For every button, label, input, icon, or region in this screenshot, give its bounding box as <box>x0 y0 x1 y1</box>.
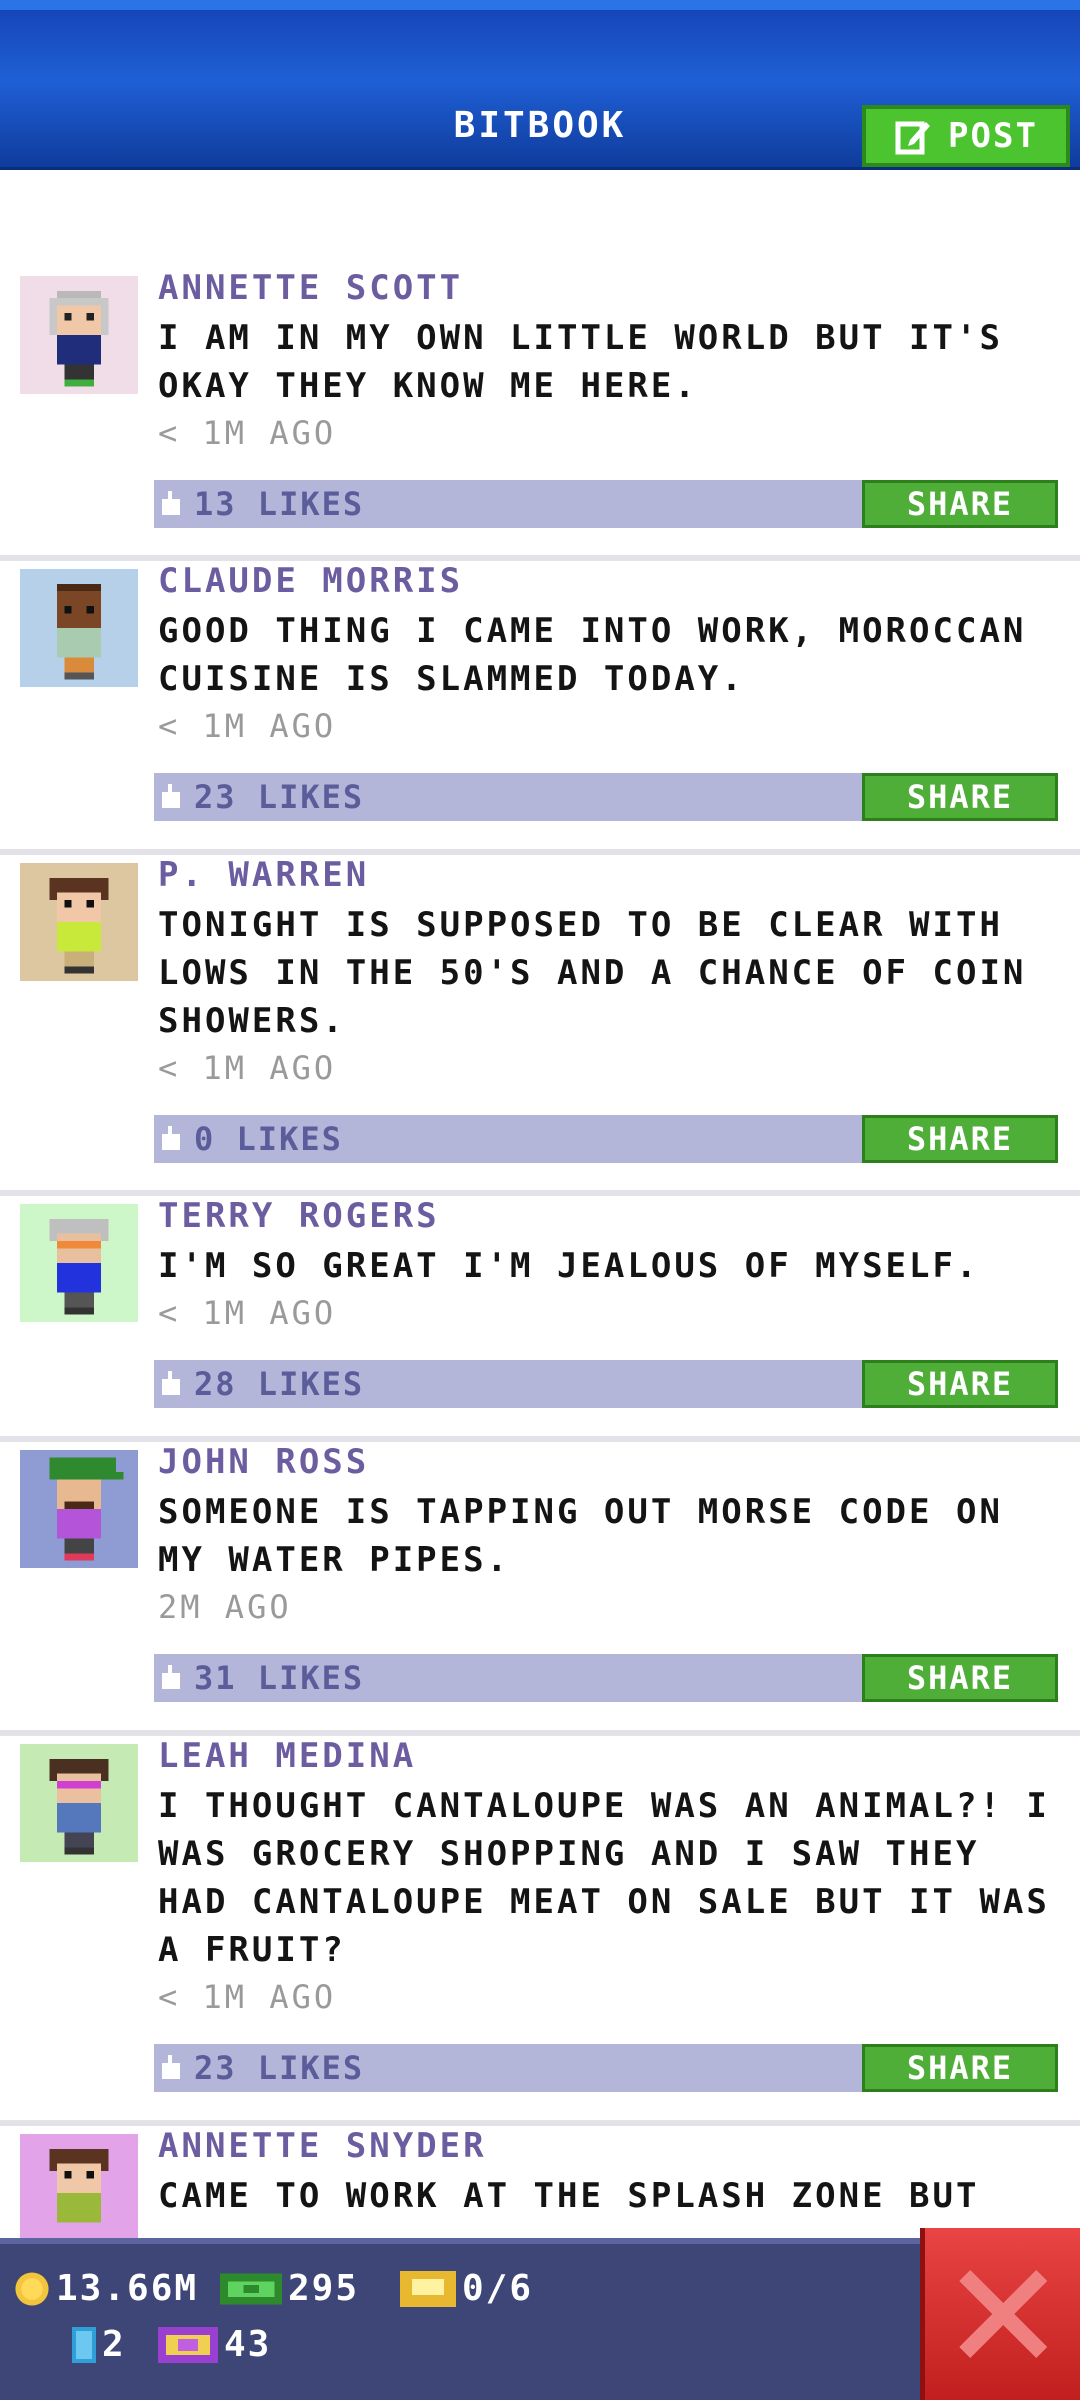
thumbs-up-icon <box>162 1665 180 1689</box>
post-button[interactable]: POST <box>862 105 1070 167</box>
close-icon <box>958 2270 1047 2358</box>
feed-post: LEAH MEDINA I THOUGHT CANTALOUPE WAS AN … <box>0 1736 1080 2126</box>
tickets-stat: 0/6 <box>400 2268 533 2309</box>
post-text: SOMEONE IS TAPPING OUT MORSE CODE ON MY W… <box>158 1492 1003 1580</box>
share-button[interactable]: SHARE <box>862 480 1058 528</box>
share-button[interactable]: SHARE <box>862 1360 1058 1408</box>
like-button[interactable]: 31 LIKES <box>160 1654 364 1702</box>
thumbs-up-icon <box>162 491 180 515</box>
post-text: GOOD THING I CAME INTO WORK, MOROCCAN CUI… <box>158 611 1027 699</box>
like-count: 23 LIKES <box>194 2049 365 2087</box>
avatar <box>20 1450 138 1568</box>
like-count: 13 LIKES <box>194 485 365 523</box>
post-text: I'M SO GREAT I'M JEALOUS OF MYSELF. <box>158 1246 980 1286</box>
post-author[interactable]: TERRY ROGERS <box>158 1196 440 1236</box>
post-author[interactable]: ANNETTE SCOTT <box>158 268 463 308</box>
avatar <box>20 863 138 981</box>
post-author[interactable]: JOHN ROSS <box>158 1442 369 1482</box>
like-count: 31 LIKES <box>194 1659 365 1697</box>
post-time: < 1M AGO <box>158 707 337 745</box>
like-bar: 0 LIKES SHARE <box>154 1115 1058 1163</box>
thumbs-up-icon <box>162 1126 180 1150</box>
elevator-stat: 2 <box>72 2324 126 2365</box>
post-button-label: POST <box>948 116 1038 156</box>
post-author[interactable]: P. WARREN <box>158 855 369 895</box>
coins-stat: 13.66M <box>14 2268 198 2309</box>
compose-icon <box>895 121 931 155</box>
avatar <box>20 1744 138 1862</box>
feed-post: P. WARREN TONIGHT IS SUPPOSED TO BE CLEA… <box>0 855 1080 1196</box>
like-bar: 31 LIKES SHARE <box>154 1654 1058 1702</box>
vip-icon <box>158 2326 218 2363</box>
bux-stat: 295 <box>220 2268 359 2309</box>
post-author[interactable]: CLAUDE MORRIS <box>158 561 463 601</box>
like-button[interactable]: 23 LIKES <box>160 773 364 821</box>
post-time: < 1M AGO <box>158 1978 337 2016</box>
like-button[interactable]: 0 LIKES <box>160 1115 343 1163</box>
like-button[interactable]: 13 LIKES <box>160 480 364 528</box>
like-bar: 23 LIKES SHARE <box>154 773 1058 821</box>
post-text: TONIGHT IS SUPPOSED TO BE CLEAR WITH LOWS… <box>158 905 1027 1041</box>
feed-post: ANNETTE SCOTT I AM IN MY OWN LITTLE WORL… <box>0 268 1080 561</box>
post-time: 2M AGO <box>158 1588 292 1626</box>
post-time: < 1M AGO <box>158 1049 337 1087</box>
share-button[interactable]: SHARE <box>862 2044 1058 2092</box>
thumbs-up-icon <box>162 1371 180 1395</box>
feed-list[interactable]: ANNETTE SCOTT I AM IN MY OWN LITTLE WORL… <box>0 268 1080 2326</box>
post-text: CAME TO WORK AT THE SPLASH ZONE BUT <box>158 2176 980 2216</box>
like-count: 0 LIKES <box>194 1120 343 1158</box>
post-author[interactable]: LEAH MEDINA <box>158 1736 416 1776</box>
thumbs-up-icon <box>162 784 180 808</box>
like-count: 23 LIKES <box>194 778 365 816</box>
post-time: < 1M AGO <box>158 414 337 452</box>
avatar <box>20 276 138 394</box>
app-header: BITBOOK POST <box>0 0 1080 170</box>
avatar <box>20 569 138 687</box>
feed-post: CLAUDE MORRIS GOOD THING I CAME INTO WOR… <box>0 561 1080 855</box>
share-button[interactable]: SHARE <box>862 1654 1058 1702</box>
post-text: I AM IN MY OWN LITTLE WORLD BUT IT'S OKAY… <box>158 318 1003 406</box>
like-button[interactable]: 28 LIKES <box>160 1360 364 1408</box>
like-button[interactable]: 23 LIKES <box>160 2044 364 2092</box>
like-bar: 13 LIKES SHARE <box>154 480 1058 528</box>
like-bar: 23 LIKES SHARE <box>154 2044 1058 2092</box>
thumbs-up-icon <box>162 2055 180 2079</box>
post-text: I THOUGHT CANTALOUPE WAS AN ANIMAL?! I WA… <box>158 1786 1050 1970</box>
close-button[interactable] <box>920 2228 1080 2400</box>
avatar <box>20 2134 138 2252</box>
like-bar: 28 LIKES SHARE <box>154 1360 1058 1408</box>
bux-icon <box>220 2273 282 2304</box>
avatar <box>20 1204 138 1322</box>
coin-icon <box>15 2271 49 2306</box>
feed-post: JOHN ROSS SOMEONE IS TAPPING OUT MORSE C… <box>0 1442 1080 1736</box>
elevator-icon <box>72 2326 96 2363</box>
ticket-icon <box>400 2270 456 2307</box>
like-count: 28 LIKES <box>194 1365 365 1403</box>
share-button[interactable]: SHARE <box>862 1115 1058 1163</box>
post-author[interactable]: ANNETTE SNYDER <box>158 2126 487 2166</box>
resource-bar: 13.66M 295 0/6 2 43 <box>0 2238 1080 2400</box>
post-time: < 1M AGO <box>158 1294 337 1332</box>
vip-stat: 43 <box>158 2324 271 2365</box>
feed-post: TERRY ROGERS I'M SO GREAT I'M JEALOUS OF… <box>0 1196 1080 1442</box>
share-button[interactable]: SHARE <box>862 773 1058 821</box>
